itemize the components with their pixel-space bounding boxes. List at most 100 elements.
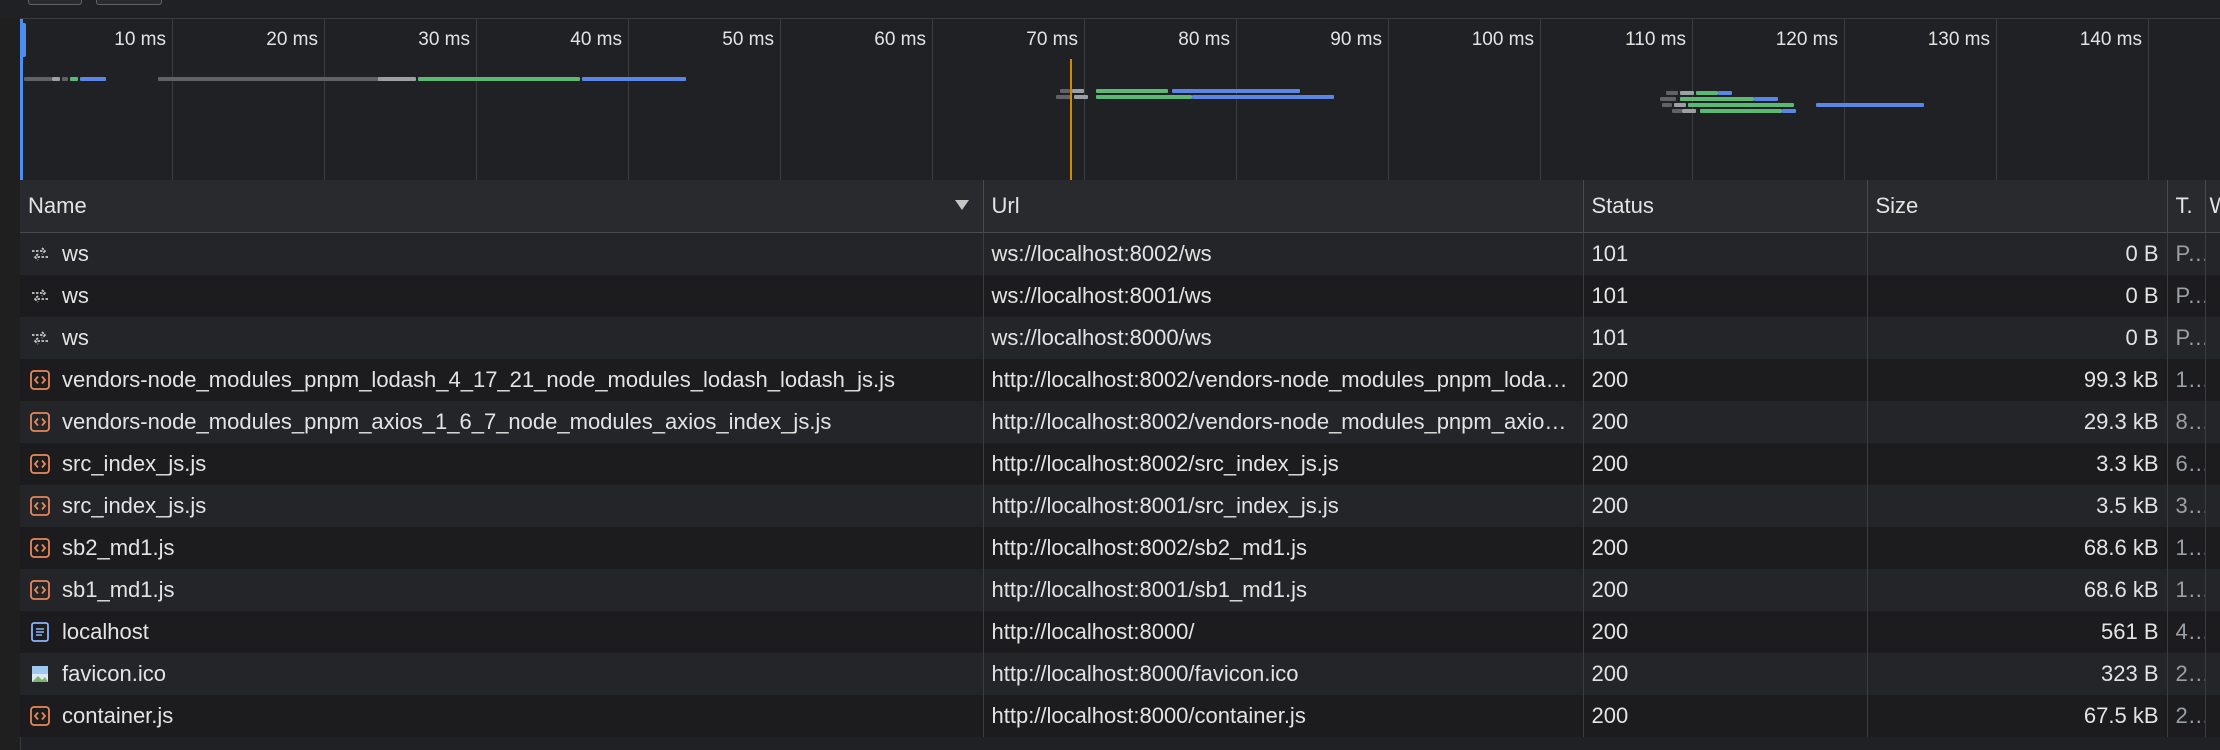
cell-name[interactable]: vendors-node_modules_pnpm_axios_1_6_7_no… xyxy=(20,401,984,443)
column-header-waterfall[interactable]: W xyxy=(2205,180,2220,233)
table-row[interactable]: ws ws://localhost:8001/ws 101 0 B P... xyxy=(20,275,2220,317)
cell-waterfall xyxy=(2205,569,2220,611)
script-icon xyxy=(28,536,52,560)
cell-name[interactable]: sb1_md1.js xyxy=(20,569,984,611)
cell-status: 101 xyxy=(1583,232,1868,275)
overview-request-bar xyxy=(1680,97,1754,101)
cell-size: 3.5 kB xyxy=(1867,485,2168,527)
cell-url[interactable]: http://localhost:8000/favicon.ico xyxy=(983,653,1584,695)
column-header-url[interactable]: Url xyxy=(983,180,1584,233)
cell-name[interactable]: sb2_md1.js xyxy=(20,527,984,569)
cell-waterfall xyxy=(2205,695,2220,737)
cell-size: 68.6 kB xyxy=(1867,569,2168,611)
cell-url[interactable]: http://localhost:8002/src_index_js.js xyxy=(983,443,1584,485)
column-header-time[interactable]: T. xyxy=(2167,180,2206,233)
table-row[interactable]: vendors-node_modules_pnpm_axios_1_6_7_no… xyxy=(20,401,2220,443)
cell-waterfall xyxy=(2205,653,2220,695)
cell-url[interactable]: http://localhost:8000/ xyxy=(983,611,1584,653)
toolbar-button[interactable] xyxy=(28,0,82,5)
cell-name[interactable]: localhost xyxy=(20,611,984,653)
cell-time: 1... xyxy=(2167,359,2206,401)
cell-name[interactable]: ws xyxy=(20,317,984,359)
sidebar-gutter xyxy=(0,18,21,750)
cell-url[interactable]: http://localhost:8002/sb2_md1.js xyxy=(983,527,1584,569)
cell-waterfall xyxy=(2205,275,2220,317)
cell-status: 200 xyxy=(1583,569,1868,611)
cell-time: 2... xyxy=(2167,653,2206,695)
request-name: container.js xyxy=(62,703,174,728)
overview-request-bar xyxy=(1192,95,1334,99)
cell-name[interactable]: container.js xyxy=(20,695,984,737)
cell-url[interactable]: http://localhost:8000/container.js xyxy=(983,695,1584,737)
table-row[interactable]: ws ws://localhost:8002/ws 101 0 B P... xyxy=(20,232,2220,275)
overview-gridline xyxy=(628,19,629,181)
column-header-size-label: Size xyxy=(1875,193,1919,218)
table-row[interactable]: sb1_md1.js http://localhost:8001/sb1_md1.… xyxy=(20,569,2220,611)
cell-url[interactable]: ws://localhost:8001/ws xyxy=(983,275,1584,317)
overview-request-bar xyxy=(24,77,52,81)
toolbar-button[interactable] xyxy=(96,0,162,5)
column-header-status[interactable]: Status xyxy=(1583,180,1868,233)
overview-request-bar xyxy=(1072,89,1084,93)
overview-tick-label: 100 ms xyxy=(1471,29,1534,50)
cell-time: 1... xyxy=(2167,527,2206,569)
network-overview-timeline[interactable]: 10 ms 20 ms 30 ms 40 ms 50 ms 60 ms 70 ms 80 ms… xyxy=(20,18,2220,182)
cell-status: 200 xyxy=(1583,527,1868,569)
overview-tick-label: 90 ms xyxy=(1330,29,1382,50)
overview-request-bar xyxy=(1660,97,1676,101)
overview-tick-label: 140 ms xyxy=(2079,29,2142,50)
cell-time: P... xyxy=(2167,232,2206,275)
cell-status: 101 xyxy=(1583,317,1868,359)
cell-url[interactable]: ws://localhost:8002/ws xyxy=(983,232,1584,275)
overview-request-bar xyxy=(80,77,106,81)
cell-size: 29.3 kB xyxy=(1867,401,2168,443)
cell-name[interactable]: favicon.ico xyxy=(20,653,984,695)
cell-size: 3.3 kB xyxy=(1867,443,2168,485)
cell-url[interactable]: http://localhost:8001/src_index_js.js xyxy=(983,485,1584,527)
cell-time: 2... xyxy=(2167,695,2206,737)
table-row[interactable]: localhost http://localhost:8000/200 561 B4… xyxy=(20,611,2220,653)
cell-url[interactable]: ws://localhost:8000/ws xyxy=(983,317,1584,359)
cell-url[interactable]: http://localhost:8002/vendors-node_modul… xyxy=(983,359,1584,401)
table-row[interactable]: container.js http://localhost:8000/contai… xyxy=(20,695,2220,737)
cell-name[interactable]: ws xyxy=(20,232,984,275)
cell-size: 0 B xyxy=(1867,317,2168,359)
overview-gridline xyxy=(1540,19,1541,181)
table-header-row: Name Url Status Size T. W xyxy=(20,180,2220,233)
overview-request-bar xyxy=(1672,109,1682,113)
cell-name[interactable]: src_index_js.js xyxy=(20,485,984,527)
cell-time: P... xyxy=(2167,275,2206,317)
request-name: sb2_md1.js xyxy=(62,535,175,560)
request-name: src_index_js.js xyxy=(62,493,207,518)
table-row[interactable]: ws ws://localhost:8000/ws 101 0 B P... xyxy=(20,317,2220,359)
script-icon xyxy=(28,368,52,392)
overview-tick-label: 120 ms xyxy=(1775,29,1838,50)
table-row[interactable]: favicon.ico http://localhost:8000/favicon… xyxy=(20,653,2220,695)
cell-size: 67.5 kB xyxy=(1867,695,2168,737)
table-row[interactable]: src_index_js.js http://localhost:8002/src… xyxy=(20,443,2220,485)
overview-request-bar xyxy=(1682,109,1696,113)
column-header-status-label: Status xyxy=(1591,193,1654,218)
cell-name[interactable]: vendors-node_modules_pnpm_lodash_4_17_21… xyxy=(20,359,984,401)
table-row[interactable]: src_index_js.js http://localhost:8001/src… xyxy=(20,485,2220,527)
overview-gridline xyxy=(324,19,325,181)
column-header-size[interactable]: Size xyxy=(1867,180,2168,233)
overview-request-bar xyxy=(582,77,686,81)
cell-time: 6... xyxy=(2167,443,2206,485)
column-header-name[interactable]: Name xyxy=(20,180,984,233)
overview-range-grip[interactable] xyxy=(20,23,26,57)
cell-name[interactable]: src_index_js.js xyxy=(20,443,984,485)
table-row[interactable]: sb2_md1.js http://localhost:8002/sb2_md1.… xyxy=(20,527,2220,569)
request-name: ws xyxy=(62,325,89,350)
table-row[interactable]: vendors-node_modules_pnpm_lodash_4_17_21… xyxy=(20,359,2220,401)
overview-request-bar xyxy=(1696,91,1718,95)
cell-waterfall xyxy=(2205,401,2220,443)
cell-name[interactable]: ws xyxy=(20,275,984,317)
overview-request-bar xyxy=(1680,91,1694,95)
cell-url[interactable]: http://localhost:8001/sb1_md1.js xyxy=(983,569,1584,611)
image-icon xyxy=(28,662,52,686)
overview-request-bar xyxy=(418,77,580,81)
cell-waterfall xyxy=(2205,485,2220,527)
cell-size: 561 B xyxy=(1867,611,2168,653)
cell-url[interactable]: http://localhost:8002/vendors-node_modul… xyxy=(983,401,1584,443)
